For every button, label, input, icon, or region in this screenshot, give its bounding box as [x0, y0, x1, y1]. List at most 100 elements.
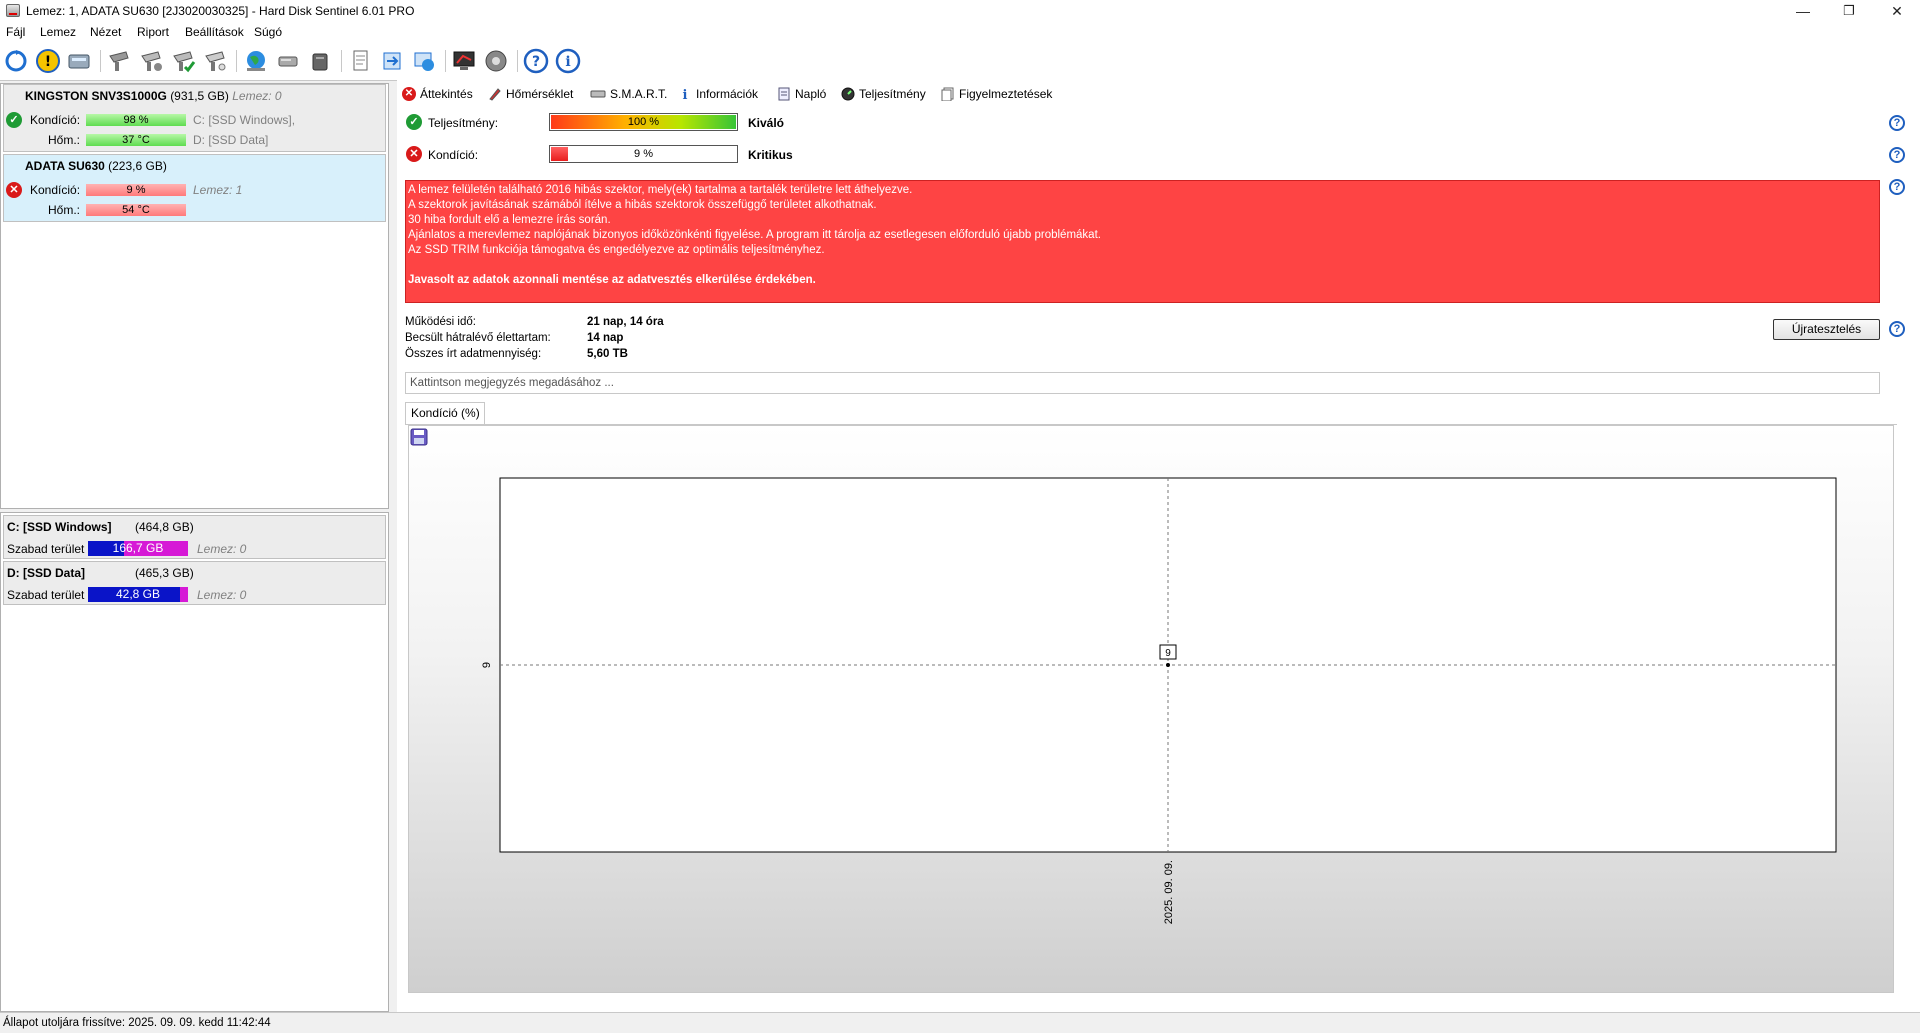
- performance-value: 100 %: [627, 116, 660, 128]
- volume-label-c: C: [SSD Windows],: [193, 113, 296, 127]
- disk-name: KINGSTON SNV3S1000G (931,5 GB) Lemez: 0: [25, 89, 282, 103]
- tab-label: Információk: [696, 87, 759, 101]
- alert-message: A lemez felületén található 2016 hibás s…: [405, 180, 1880, 303]
- disk-name: ADATA SU630 (223,6 GB): [25, 159, 167, 173]
- web-report-icon[interactable]: [411, 48, 437, 74]
- tab-label: S.M.A.R.T.: [610, 87, 668, 101]
- status-bar: Állapot utoljára frissítve: 2025. 09. 09…: [0, 1012, 1920, 1033]
- temp-label: Hőm.:: [48, 133, 81, 147]
- tab-overview[interactable]: ✕ Áttekintés: [402, 84, 473, 104]
- lifetime-value: 14 nap: [587, 332, 624, 344]
- disk-entry-kingston[interactable]: KINGSTON SNV3S1000G (931,5 GB) Lemez: 0 …: [3, 84, 386, 152]
- toolbar: ! ? i: [0, 42, 1920, 81]
- warning-icon[interactable]: !: [35, 48, 61, 74]
- maximize-button[interactable]: ❐: [1826, 0, 1872, 22]
- data-label: 9: [1165, 648, 1171, 659]
- performance-ok-icon: ✓: [406, 114, 422, 130]
- tab-label: Áttekintés: [420, 87, 473, 101]
- retest-button[interactable]: Újratesztelés: [1773, 319, 1880, 340]
- detail-panel: ✕ Áttekintés Hőmérséklet S.M.A.R.T. i In…: [397, 80, 1920, 1012]
- tab-performance[interactable]: Teljesítmény: [841, 84, 926, 104]
- self-test-icon[interactable]: [170, 48, 196, 74]
- volume-entry-d[interactable]: D: [SSD Data] (465,3 GB) Szabad terület …: [3, 561, 386, 605]
- menu-disk[interactable]: Lemez: [40, 25, 76, 39]
- free-space-value: 42,8 GB: [115, 587, 161, 601]
- help-icon[interactable]: ?: [523, 48, 549, 74]
- performance-help-icon[interactable]: ?: [1889, 115, 1905, 131]
- alert-line: A lemez felületén található 2016 hibás s…: [408, 184, 913, 196]
- written-label: Összes írt adatmennyiség:: [405, 348, 542, 360]
- alert-recommendation: Javasolt az adatok azonnali mentése az a…: [408, 274, 816, 286]
- free-space-bar: 42,8 GB: [88, 587, 188, 602]
- volume-label-d: D: [SSD Data]: [193, 133, 269, 147]
- alert-line: Ajánlatos a merevlemez naplójának bizony…: [408, 229, 1101, 241]
- minimize-button[interactable]: —: [1780, 0, 1826, 22]
- note-input[interactable]: Kattintson megjegyzés megadásához ...: [405, 372, 1880, 394]
- disk-list-panel: KINGSTON SNV3S1000G (931,5 GB) Lemez: 0 …: [0, 83, 389, 509]
- report-icon[interactable]: [347, 48, 373, 74]
- tab-information[interactable]: i Információk: [678, 84, 759, 104]
- title-bar: Lemez: 1, ADATA SU630 [2J3020030325] - H…: [0, 0, 1920, 22]
- temp-label: Hőm.:: [48, 203, 81, 217]
- free-space-bar: 166,7 GB: [88, 541, 188, 556]
- menu-report[interactable]: Riport: [137, 25, 169, 39]
- tab-log[interactable]: Napló: [777, 84, 826, 104]
- tab-label: Napló: [795, 87, 827, 101]
- tab-alerts[interactable]: Figyelmeztetések: [941, 84, 1052, 104]
- refresh-icon[interactable]: [3, 48, 29, 74]
- send-report-icon[interactable]: [379, 48, 405, 74]
- menu-view[interactable]: Nézet: [90, 25, 121, 39]
- tab-smart[interactable]: S.M.A.R.T.: [590, 84, 667, 104]
- alert-help-icon[interactable]: ?: [1889, 179, 1905, 195]
- test-disk-icon[interactable]: [106, 48, 132, 74]
- volume-size: (465,3 GB): [135, 566, 194, 580]
- uptime-value: 21 nap, 14 óra: [587, 316, 664, 328]
- health-label: Kondíció:: [428, 148, 479, 162]
- temp-bar: 37 °C: [86, 134, 186, 146]
- volume-size: (464,8 GB): [135, 520, 194, 534]
- about-icon[interactable]: i: [555, 48, 581, 74]
- tab-label: Teljesítmény: [859, 87, 926, 101]
- volume-name: D: [SSD Data]: [7, 566, 86, 580]
- svg-text:?: ?: [532, 54, 540, 70]
- health-help-icon[interactable]: ?: [1889, 147, 1905, 163]
- free-space-label: Szabad terület: [7, 588, 85, 602]
- health-chart: 9 2025. 09. 09. 9: [481, 477, 1837, 924]
- lifetime-label: Becsült hátralévő élettartam:: [405, 332, 551, 344]
- close-button[interactable]: ✕: [1874, 0, 1920, 22]
- tab-label: Figyelmeztetések: [959, 87, 1053, 101]
- alert-line: A szektorok javításának számából ítélve …: [408, 199, 877, 211]
- x-tick-label: 2025. 09. 09.: [1163, 860, 1175, 924]
- free-space-label: Szabad terület: [7, 542, 85, 556]
- health-value: 9 %: [634, 148, 653, 160]
- critical-icon: ✕: [402, 87, 416, 101]
- volume-entry-c[interactable]: C: [SSD Windows] (464,8 GB) Szabad terül…: [3, 515, 386, 559]
- disk-entry-adata[interactable]: ADATA SU630 (223,6 GB) ✕ Kondíció: 9 % L…: [3, 154, 386, 222]
- performance-bar: 100 %: [549, 113, 738, 131]
- health-critical-icon: ✕: [406, 146, 422, 162]
- health-bar: 9 %: [86, 184, 186, 196]
- disk-info-icon[interactable]: [66, 48, 92, 74]
- info-icon: i: [683, 88, 688, 101]
- disk-tools-icon[interactable]: [202, 48, 228, 74]
- menu-file[interactable]: Fájl: [6, 25, 25, 39]
- performance-label: Teljesítmény:: [428, 116, 499, 130]
- external-disk-icon[interactable]: [307, 48, 333, 74]
- globe-icon[interactable]: [243, 48, 269, 74]
- sound-icon[interactable]: [483, 48, 509, 74]
- smart-disk-icon: [590, 90, 606, 98]
- written-value: 5,60 TB: [587, 348, 628, 360]
- chart-tab-health[interactable]: Kondíció (%): [405, 402, 485, 424]
- menu-settings[interactable]: Beállítások: [185, 25, 244, 39]
- volume-name: C: [SSD Windows]: [7, 520, 112, 534]
- disk-index-label: Lemez: 1: [193, 183, 243, 197]
- health-critical-icon: ✕: [6, 182, 22, 198]
- menu-help[interactable]: Súgó: [254, 25, 282, 39]
- retest-help-icon[interactable]: ?: [1889, 321, 1905, 337]
- volume-disk-label: Lemez: 0: [197, 542, 247, 556]
- health-status: Kritikus: [748, 148, 793, 162]
- tab-temperature[interactable]: Hőmérséklet: [488, 84, 573, 104]
- network-disk-icon[interactable]: [275, 48, 301, 74]
- surface-test-icon[interactable]: [138, 48, 164, 74]
- monitor-icon[interactable]: [451, 48, 477, 74]
